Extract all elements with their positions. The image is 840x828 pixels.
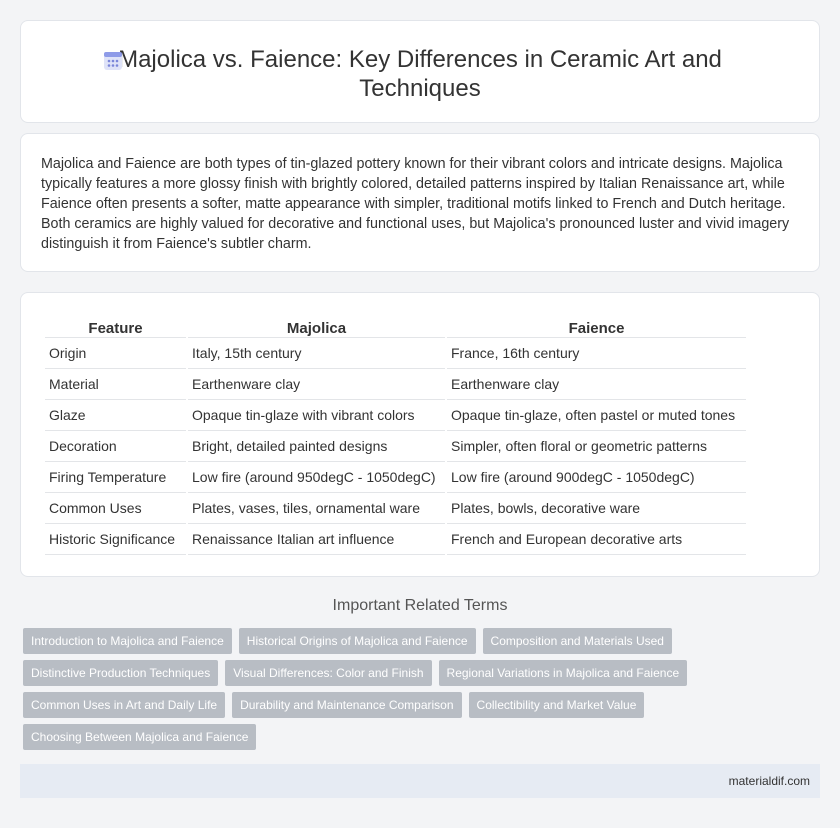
faience-cell: French and European decorative arts: [447, 524, 746, 555]
faience-cell: France, 16th century: [447, 338, 746, 369]
table-row: Material Earthenware clay Earthenware cl…: [45, 369, 746, 400]
feature-cell: Decoration: [45, 431, 186, 462]
table-row: Origin Italy, 15th century France, 16th …: [45, 338, 746, 369]
faience-cell: Plates, bowls, decorative ware: [447, 493, 746, 524]
footer-site-link[interactable]: materialdif.com: [729, 774, 810, 788]
feature-cell: Origin: [45, 338, 186, 369]
header-majolica: Majolica: [188, 311, 445, 338]
related-term-tag[interactable]: Visual Differences: Color and Finish: [225, 660, 432, 686]
intro-paragraph: Majolica and Faience are both types of t…: [41, 156, 790, 252]
header-faience: Faience: [447, 311, 746, 338]
tag-row: Common Uses in Art and Daily Life Durabi…: [23, 692, 823, 718]
majolica-cell: Low fire (around 950degC - 1050degC): [188, 462, 445, 493]
comparison-card: Feature Majolica Faience Origin Italy, 1…: [20, 292, 820, 577]
faience-cell: Simpler, often floral or geometric patte…: [447, 431, 746, 462]
table-row: Common Uses Plates, vases, tiles, orname…: [45, 493, 746, 524]
related-term-tag[interactable]: Durability and Maintenance Comparison: [232, 692, 462, 718]
majolica-cell: Opaque tin-glaze with vibrant colors: [188, 400, 445, 431]
feature-cell: Glaze: [45, 400, 186, 431]
table-header-row: Feature Majolica Faience: [45, 311, 746, 338]
intro-card: Majolica and Faience are both types of t…: [20, 133, 820, 272]
tag-row: Choosing Between Majolica and Faience: [23, 724, 823, 750]
majolica-cell: Bright, detailed painted designs: [188, 431, 445, 462]
feature-cell: Common Uses: [45, 493, 186, 524]
tag-row: Distinctive Production Techniques Visual…: [23, 660, 823, 686]
table-row: Historic Significance Renaissance Italia…: [45, 524, 746, 555]
feature-cell: Historic Significance: [45, 524, 186, 555]
majolica-cell: Renaissance Italian art influence: [188, 524, 445, 555]
related-term-tag[interactable]: Common Uses in Art and Daily Life: [23, 692, 226, 718]
faience-cell: Opaque tin-glaze, often pastel or muted …: [447, 400, 746, 431]
table-row: Glaze Opaque tin-glaze with vibrant colo…: [45, 400, 746, 431]
majolica-cell: Earthenware clay: [188, 369, 445, 400]
related-term-tag[interactable]: Composition and Materials Used: [482, 628, 672, 654]
footer: materialdif.com: [20, 764, 820, 798]
related-terms-list: Introduction to Majolica and Faience His…: [23, 628, 823, 756]
related-terms-title: Important Related Terms: [332, 597, 508, 614]
faience-cell: Low fire (around 900degC - 1050degC): [447, 462, 746, 493]
related-term-tag[interactable]: Introduction to Majolica and Faience: [23, 628, 232, 654]
page-title: Majolica vs. Faience: Key Differences in…: [118, 46, 722, 102]
majolica-cell: Italy, 15th century: [188, 338, 445, 369]
header: Majolica vs. Faience: Key Differences in…: [21, 45, 819, 103]
table-row: Decoration Bright, detailed painted desi…: [45, 431, 746, 462]
related-term-tag[interactable]: Distinctive Production Techniques: [23, 660, 219, 686]
related-term-tag[interactable]: Choosing Between Majolica and Faience: [23, 724, 257, 750]
header-feature: Feature: [45, 311, 186, 338]
table-row: Firing Temperature Low fire (around 950d…: [45, 462, 746, 493]
tag-row: Introduction to Majolica and Faience His…: [23, 628, 823, 654]
feature-cell: Material: [45, 369, 186, 400]
related-term-tag[interactable]: Historical Origins of Majolica and Faien…: [238, 628, 476, 654]
faience-cell: Earthenware clay: [447, 369, 746, 400]
related-term-tag[interactable]: Collectibility and Market Value: [468, 692, 645, 718]
related-term-tag[interactable]: Regional Variations in Majolica and Faie…: [438, 660, 688, 686]
comparison-table: Feature Majolica Faience Origin Italy, 1…: [43, 311, 748, 555]
feature-cell: Firing Temperature: [45, 462, 186, 493]
document-icon: [104, 52, 122, 70]
header-card: Majolica vs. Faience: Key Differences in…: [20, 20, 820, 123]
majolica-cell: Plates, vases, tiles, ornamental ware: [188, 493, 445, 524]
